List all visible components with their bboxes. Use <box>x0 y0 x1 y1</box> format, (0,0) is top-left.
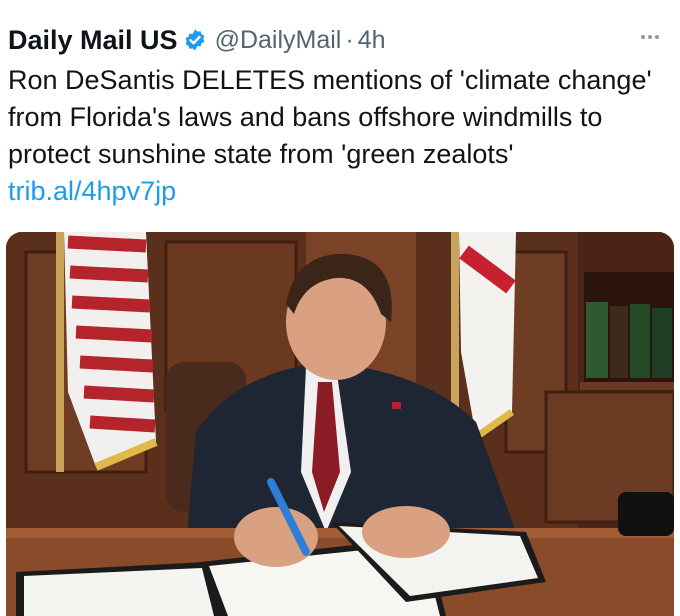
timestamp[interactable]: 4h <box>358 26 386 55</box>
author-name[interactable]: Daily Mail US <box>8 25 178 56</box>
tweet-photo[interactable] <box>6 232 674 616</box>
tweet-link[interactable]: trib.al/4hpv7jp <box>8 176 176 206</box>
author-handle[interactable]: @DailyMail <box>215 26 342 55</box>
more-options-icon[interactable] <box>632 22 668 52</box>
photo-desantis-signing <box>6 232 674 616</box>
separator-dot: · <box>345 25 354 54</box>
tweet-body: Ron DeSantis DELETES mentions of 'climat… <box>8 65 652 169</box>
verified-badge-icon <box>183 28 207 52</box>
tweet-text: Ron DeSantis DELETES mentions of 'climat… <box>8 62 658 210</box>
tweet-header: Daily Mail US @DailyMail · 4h <box>8 22 670 58</box>
